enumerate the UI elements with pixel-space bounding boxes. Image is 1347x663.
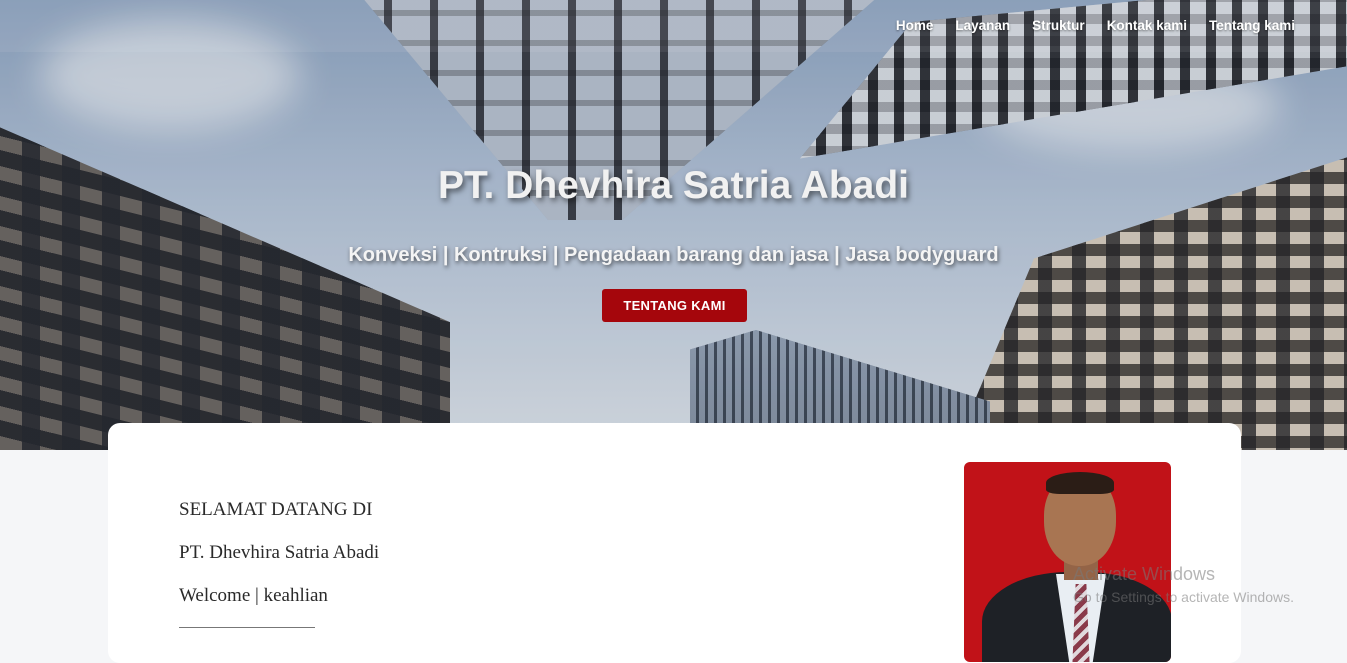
hero-overlay: [0, 0, 1347, 450]
director-photo: [964, 462, 1171, 662]
watermark-title: Activate Windows: [1073, 564, 1216, 584]
nav-item-layanan[interactable]: Layanan: [955, 18, 1010, 33]
divider: [179, 627, 315, 628]
welcome-card: SELAMAT DATANG DI PT. Dhevhira Satria Ab…: [108, 423, 1241, 663]
hero-title: PT. Dhevhira Satria Abadi: [437, 164, 910, 207]
photo-hair: [1046, 472, 1114, 494]
nav-menu: Home Layanan Struktur Kontak kami Tentan…: [896, 18, 1295, 33]
company-name: PT. Dhevhira Satria Abadi: [179, 542, 380, 563]
nav-item-home[interactable]: Home: [896, 18, 934, 33]
top-navbar: Home Layanan Struktur Kontak kami Tentan…: [0, 0, 1347, 52]
nav-item-struktur[interactable]: Struktur: [1032, 18, 1085, 33]
welcome-heading: SELAMAT DATANG DI: [179, 499, 373, 520]
nav-item-kontak-kami[interactable]: Kontak kami: [1107, 18, 1187, 33]
welcome-tagline: Welcome | keahlian: [179, 585, 328, 606]
hero-subtitle: Konveksi | Kontruksi | Pengadaan barang …: [348, 244, 999, 266]
nav-item-tentang-kami[interactable]: Tentang kami: [1209, 18, 1295, 33]
activate-windows-watermark: Activate Windows Go to Settings to activ…: [1073, 564, 1294, 605]
watermark-text: Go to Settings to activate Windows.: [1073, 589, 1294, 605]
tentang-kami-button[interactable]: TENTANG KAMI: [602, 289, 747, 322]
hero-banner: Home Layanan Struktur Kontak kami Tentan…: [0, 0, 1347, 450]
